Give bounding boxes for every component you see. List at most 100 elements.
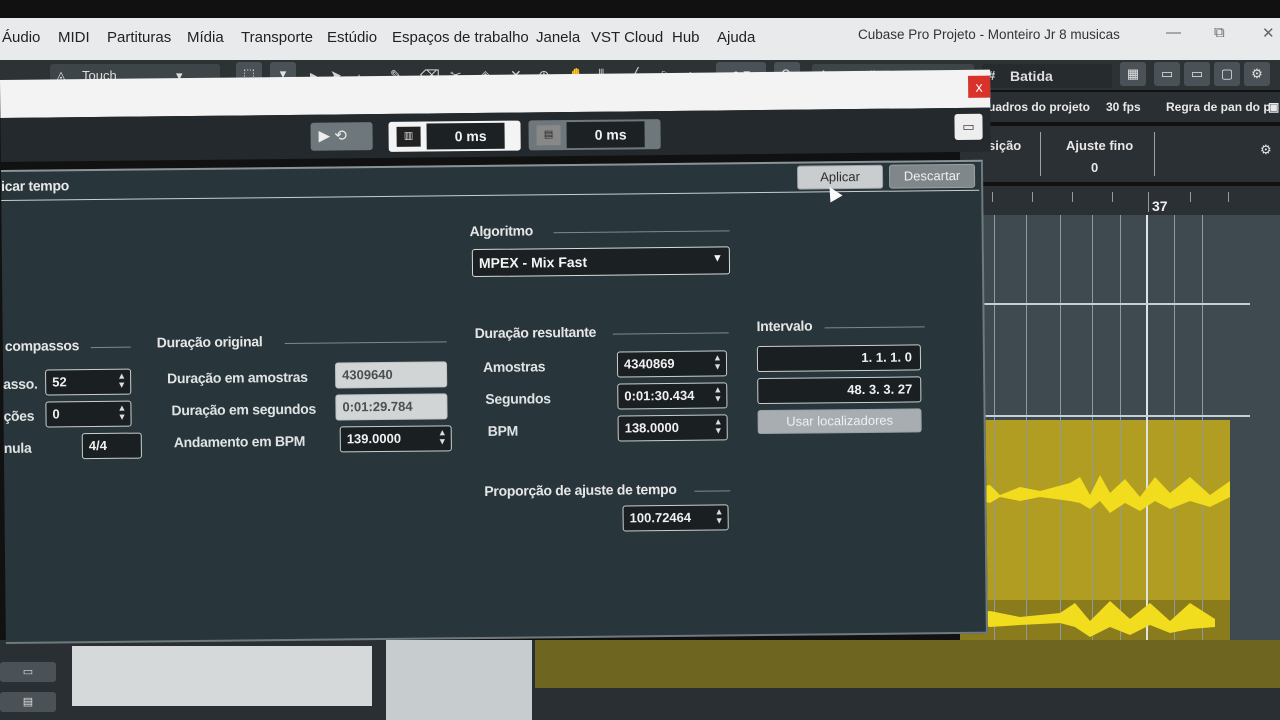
close-icon[interactable]: x [968,75,991,98]
track-button-2-icon[interactable]: ▤ [0,692,56,712]
signature-label: nula [3,439,32,456]
panel-layout-icon[interactable]: ▭ [954,113,983,141]
panel-title: icar tempo [1,177,70,194]
window-layout-icon[interactable]: ▭ [1154,62,1180,86]
offset-left-value: 0 ms [426,122,505,150]
discard-button[interactable]: Descartar [888,163,976,189]
spinner-icon[interactable]: ▲ ▼ [714,416,723,435]
menu-espacos[interactable]: Espaços de trabalho [392,29,529,46]
settings-icon[interactable]: ⚙ [1260,142,1272,158]
original-samples-label: Duração em amostras [167,368,308,387]
time-warp-panel: icar tempo Aplicar Descartar Algoritmo M… [0,159,988,644]
position-label: sição [988,138,1022,153]
quantize-label: Batida [1010,68,1053,84]
interval-start-field[interactable]: 1. 1. 1. 0 [756,344,922,373]
result-seconds-value: 0:01:30.434 [624,387,695,404]
spinner-icon[interactable]: ▲ ▼ [715,506,724,525]
spinner-icon[interactable]: ▲ ▼ [117,403,126,422]
spinner-icon[interactable]: ▲ ▼ [713,384,722,403]
algorithm-title: Algoritmo [469,222,534,240]
chevron-down-icon: ▼ [711,252,723,265]
algorithm-select[interactable]: MPEX - Mix Fast ▼ [471,246,731,278]
result-seconds-label: Segundos [485,390,551,407]
original-samples-field: 4309640 [334,361,448,389]
original-bpm-field[interactable]: 139.0000 ▲ ▼ [339,425,452,453]
track-button-icon[interactable]: ▭ [0,662,56,682]
editor-toolbar: ▶ ⟲ ▥ 0 ms ▤ 0 ms ▭ [0,107,991,162]
frames-label: uadros do projeto [988,100,1090,114]
interval-end-field[interactable]: 48. 3. 3. 27 [757,376,922,405]
bars-field[interactable]: 52 ▲ ▼ [45,368,132,396]
result-duration-title: Duração resultante [474,323,597,342]
result-seconds-field[interactable]: 0:01:30.434 ▲ ▼ [617,382,728,410]
window-title: Cubase Pro Projeto - Monteiro Jr 8 music… [858,27,1120,42]
menu-ajuda[interactable]: Ajuda [717,29,755,46]
apply-button[interactable]: Aplicar [796,164,884,190]
menu-hub[interactable]: Hub [672,29,700,46]
beats-label: ções [3,407,35,424]
quantize-select[interactable]: # Batida [982,64,1112,88]
beats-field[interactable]: 0 ▲ ▼ [45,400,132,428]
minimize-icon[interactable]: — [1166,24,1181,41]
menu-audio[interactable]: Áudio [2,29,40,46]
fine-tune-value[interactable]: 0 [1091,160,1098,175]
fps-value[interactable]: 30 fps [1106,100,1141,114]
fade-out-icon: ▤ [536,125,561,146]
window-layout-3-icon[interactable]: ▢ [1214,62,1240,86]
original-seconds-value: 0:01:29.784 [342,398,413,415]
settings-icon[interactable]: ⚙ [1244,62,1270,86]
track-header[interactable] [72,646,372,706]
spinner-icon[interactable]: ▲ ▼ [117,371,126,390]
original-bpm-value: 139.0000 [346,430,402,447]
ratio-field[interactable]: 100.72464 ▲ ▼ [622,504,729,532]
settings-icon[interactable]: ▣ [1268,100,1279,114]
window-layout-2-icon[interactable]: ▭ [1184,62,1210,86]
play-loop-icon[interactable]: ▶ ⟲ [310,122,373,151]
interval-title: Intervalo [756,317,813,335]
result-bpm-field[interactable]: 138.0000 ▲ ▼ [617,414,728,442]
timeline-ruler[interactable]: 37 [980,186,1280,216]
ratio-value: 100.72464 [629,509,692,526]
restore-icon[interactable]: ⧉ [1214,24,1225,41]
fade-in-icon: ▥ [396,126,421,147]
audio-event-white[interactable] [386,640,532,720]
interval-start-value: 1. 1. 1. 0 [861,349,913,365]
menu-midia[interactable]: Mídia [187,29,224,46]
bars-value: 52 [52,374,67,390]
use-locators-button[interactable]: Usar localizadores [757,408,922,435]
original-seconds-label: Duração em segundos [171,400,316,419]
pan-rule-value[interactable]: Regra de pan do p [1166,100,1271,114]
menu-estudio[interactable]: Estúdio [327,29,377,46]
result-samples-label: Amostras [482,358,546,375]
original-samples-value: 4309640 [342,366,393,383]
menu-partituras[interactable]: Partituras [107,29,171,46]
menu-transporte[interactable]: Transporte [241,29,313,46]
result-samples-field[interactable]: 4340869 ▲ ▼ [616,350,728,378]
menu-vst-cloud[interactable]: VST Cloud [591,29,663,46]
bar-number: 37 [1152,198,1168,214]
audio-event-strip[interactable] [535,640,1280,688]
close-window-icon[interactable]: ✕ [1262,24,1275,42]
offset-left-field[interactable]: ▥ 0 ms [388,120,521,152]
offset-right-field[interactable]: ▤ 0 ms [528,119,661,151]
original-seconds-field: 0:01:29.784 [335,393,448,421]
track-list-bottom: ▭ ▤ [0,640,1280,720]
layout-icon[interactable]: ▦ [1120,62,1146,86]
spinner-icon[interactable]: ▲ ▼ [438,427,447,446]
spinner-icon[interactable]: ▲ ▼ [713,352,722,371]
sample-editor-window: x ▶ ⟲ ▥ 0 ms ▤ 0 ms ▭ icar tempo Aplicar… [0,69,996,650]
interval-end-value: 48. 3. 3. 27 [847,381,913,398]
signature-value: 4/4 [88,437,107,454]
result-samples-value: 4340869 [623,355,675,372]
result-bpm-value: 138.0000 [624,419,679,436]
ratio-title: Proporção de ajuste de tempo [484,480,677,499]
signature-field[interactable]: 4/4 [81,432,142,460]
bars-title: compassos [4,337,80,354]
menu-bar: Áudio MIDI Partituras Mídia Transporte E… [0,18,1280,62]
menu-janela[interactable]: Janela [536,29,580,46]
algorithm-value: MPEX - Mix Fast [478,253,588,271]
position-info: sição Ajuste fino 0 ⚙ [960,126,1280,182]
menu-midi[interactable]: MIDI [58,29,90,46]
result-bpm-label: BPM [487,422,519,439]
fine-tune-label: Ajuste fino [1066,138,1134,153]
